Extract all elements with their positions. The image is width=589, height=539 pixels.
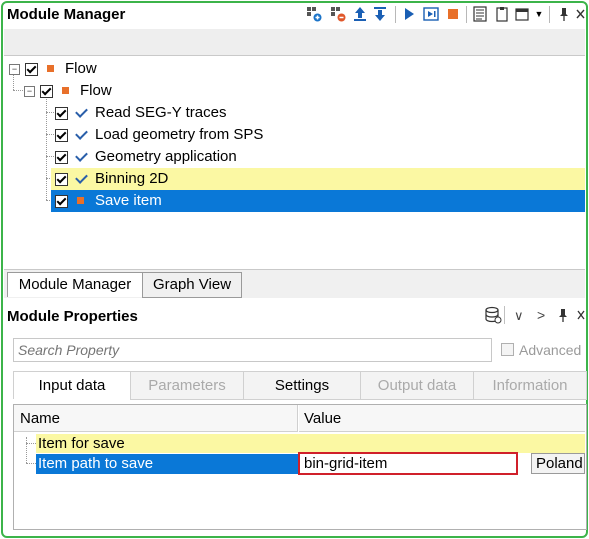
module-properties-title: Module Properties [7, 308, 138, 325]
collapse-icon[interactable]: − [9, 64, 20, 75]
tree-item-module[interactable]: Load geometry from SPS [51, 124, 585, 146]
module-manager-title: Module Manager [7, 6, 126, 23]
close-icon[interactable] [577, 307, 585, 323]
toolbar-separator [395, 6, 396, 23]
tree-item-label: Binning 2D [95, 170, 169, 187]
status-check-icon [75, 171, 88, 184]
status-check-icon [75, 105, 88, 118]
module-square-icon [62, 87, 69, 94]
tree-item-flow[interactable]: − Flow [4, 80, 404, 102]
item-path-extra-button[interactable]: Poland [531, 453, 585, 474]
tree-connector [26, 443, 36, 444]
property-row-item-for-save[interactable]: Item for save [36, 434, 585, 453]
toolbar-separator [504, 306, 505, 324]
clipboard-icon[interactable] [494, 6, 510, 22]
collapse-icon[interactable]: − [24, 86, 35, 97]
toolbar-separator [466, 6, 467, 23]
root-flow-checkbox[interactable] [25, 63, 38, 76]
move-up-icon[interactable] [352, 6, 368, 22]
module-square-icon [47, 65, 54, 72]
tab-parameters[interactable]: Parameters [130, 371, 244, 400]
module-checkbox[interactable] [55, 107, 68, 120]
tree-item-label: Read SEG-Y traces [95, 104, 227, 121]
tree-connector [26, 437, 27, 463]
search-property-input[interactable] [13, 338, 492, 362]
run-step-icon[interactable] [423, 6, 439, 22]
property-name: Item for save [38, 435, 125, 452]
tree-item-label: Load geometry from SPS [95, 126, 264, 143]
chevron-right-icon[interactable]: > [537, 307, 545, 323]
tree-item-label: Geometry application [95, 148, 237, 165]
chevron-down-icon[interactable]: ∨ [514, 308, 524, 324]
module-checkbox[interactable] [55, 173, 68, 186]
remove-module-icon[interactable] [330, 6, 346, 22]
database-icon[interactable] [484, 306, 502, 324]
tab-settings[interactable]: Settings [243, 371, 361, 400]
toolbar-strip [4, 29, 585, 56]
add-module-icon[interactable] [306, 6, 322, 22]
tab-input-data[interactable]: Input data [13, 371, 131, 399]
dropdown-arrow-icon[interactable]: ▼ [531, 6, 547, 22]
tree-item-label: Save item [95, 192, 162, 209]
tree-item-module-selected[interactable]: Save item [51, 190, 585, 212]
pin-icon[interactable] [556, 307, 570, 323]
move-down-icon[interactable] [372, 6, 388, 22]
status-check-icon [75, 149, 88, 162]
module-checkbox[interactable] [55, 151, 68, 164]
tree-item-module[interactable]: Geometry application [51, 146, 585, 168]
advanced-label: Advanced [519, 342, 582, 358]
run-icon[interactable] [401, 6, 417, 22]
tree-item-root-flow[interactable]: − Flow [4, 58, 404, 80]
column-header-value[interactable]: Value [299, 405, 585, 432]
stop-icon[interactable] [445, 6, 461, 22]
window-menu-icon[interactable] [515, 6, 531, 22]
tree-connector [26, 463, 36, 464]
module-square-icon [77, 197, 84, 204]
module-checkbox[interactable] [55, 195, 68, 208]
item-path-value-field[interactable]: bin-grid-item [298, 452, 518, 475]
advanced-checkbox[interactable] [501, 343, 514, 356]
module-checkbox[interactable] [55, 129, 68, 142]
toolbar-separator [549, 6, 550, 23]
property-grid: Name Value Item for save Item path to sa… [13, 404, 587, 530]
tab-information[interactable]: Information [473, 371, 587, 400]
property-name: Item path to save [38, 455, 154, 472]
tab-output-data[interactable]: Output data [360, 371, 474, 400]
column-header-name[interactable]: Name [14, 405, 298, 432]
status-check-icon [75, 127, 88, 140]
property-row-item-path[interactable]: Item path to save [36, 454, 298, 474]
tab-module-manager[interactable]: Module Manager [7, 272, 143, 297]
tree-item-module[interactable]: Read SEG-Y traces [51, 102, 585, 124]
list-icon[interactable] [472, 6, 488, 22]
close-icon[interactable] [576, 6, 585, 22]
view-tab-bar: Module Manager Graph View [4, 269, 585, 298]
tab-graph-view[interactable]: Graph View [142, 272, 242, 298]
flow-checkbox[interactable] [40, 85, 53, 98]
tree-item-label: Flow [65, 60, 97, 77]
tree-item-label: Flow [80, 82, 112, 99]
pin-icon[interactable] [556, 6, 572, 22]
tree-item-module-highlighted[interactable]: Binning 2D [51, 168, 585, 190]
